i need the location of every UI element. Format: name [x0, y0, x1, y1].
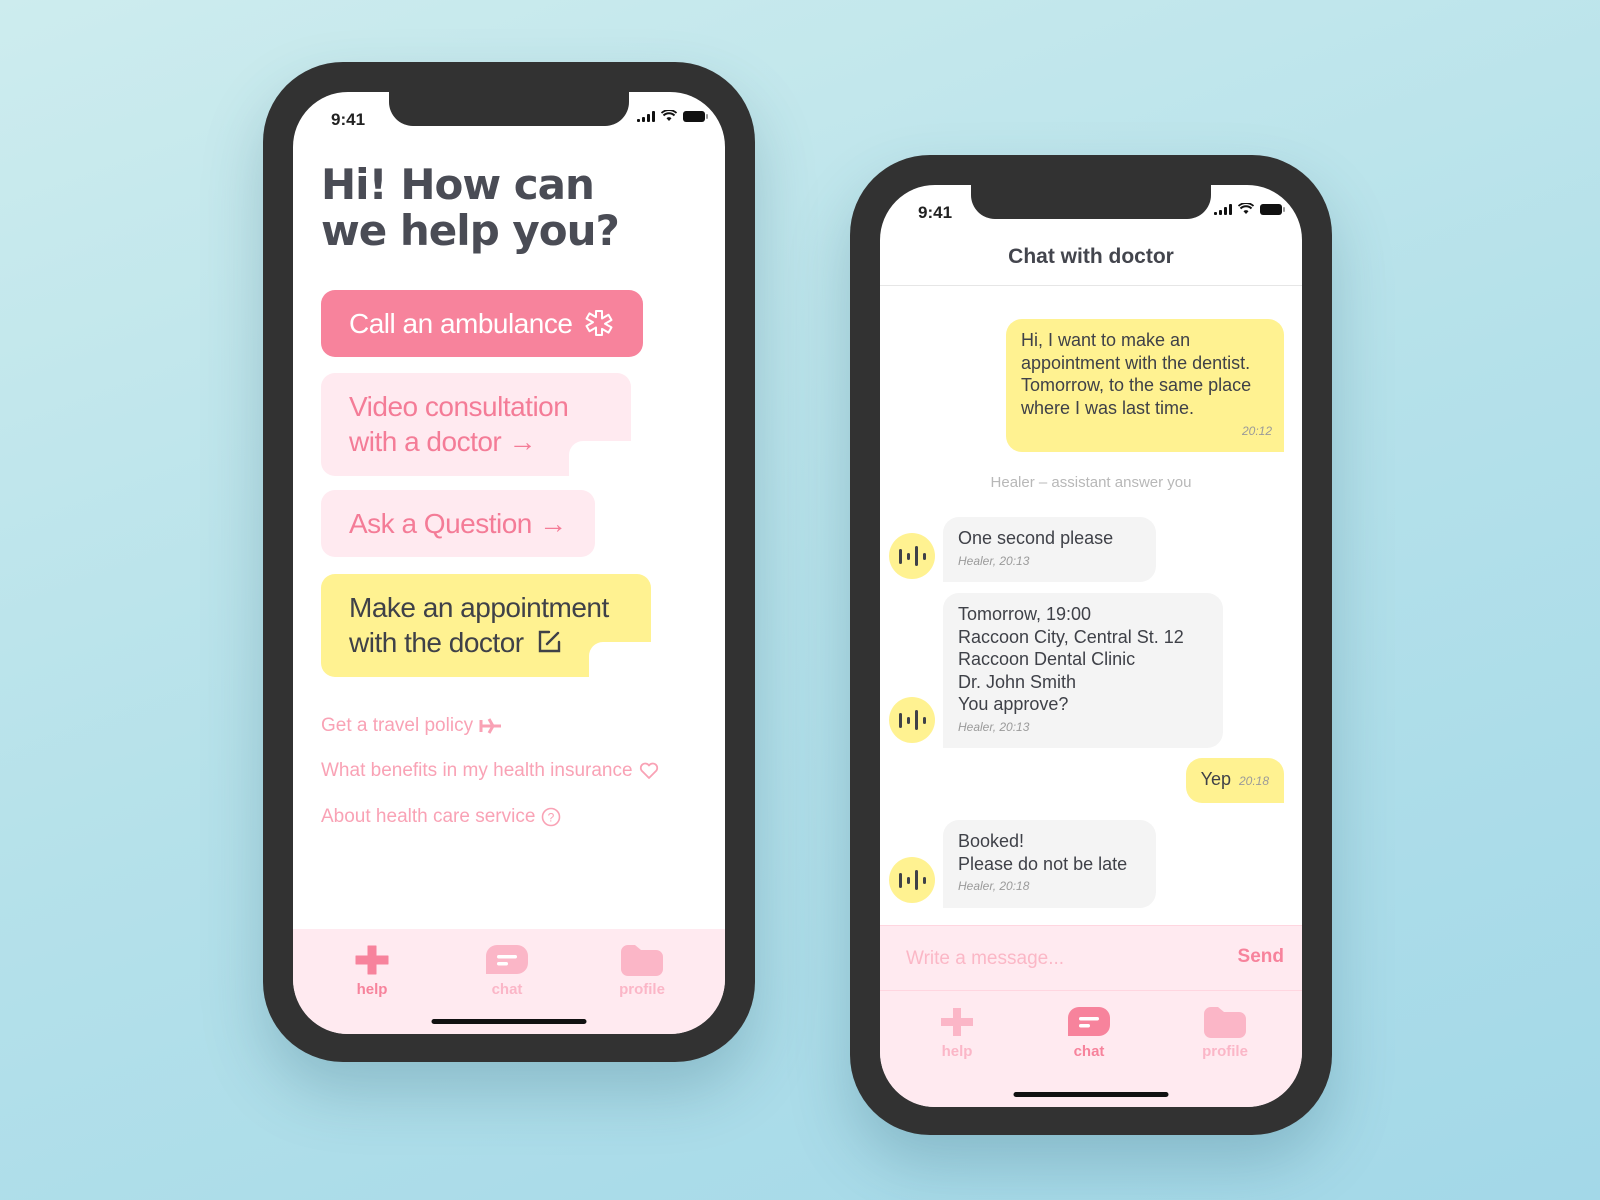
chat-icon [486, 945, 528, 974]
tab-chat[interactable]: chat [462, 943, 552, 998]
status-icons [637, 110, 708, 122]
battery-icon [683, 110, 708, 122]
arrow-right-icon: → [539, 508, 567, 539]
plus-icon [355, 945, 389, 975]
chat-icon [1068, 1007, 1110, 1036]
tab-label: profile [1202, 1043, 1248, 1060]
edit-icon [538, 630, 561, 653]
folder-icon [621, 945, 663, 976]
heading-line-1: Hi! How can [321, 160, 595, 209]
tab-chat[interactable]: chat [1044, 1005, 1134, 1060]
tab-bar: help chat profile [880, 991, 1302, 1107]
phone-help-screen: 9:41 Hi! How can we help you? Call an am… [263, 62, 755, 1062]
tab-help[interactable]: help [912, 1005, 1002, 1060]
video-consultation-button[interactable]: Video consultation with a doctor → [321, 373, 631, 476]
wifi-icon [661, 110, 677, 121]
tab-help[interactable]: help [327, 943, 417, 998]
asterisk-medical-icon [585, 310, 613, 336]
insurance-benefits-link[interactable]: What benefits in my health insurance [321, 760, 659, 782]
tab-label: chat [491, 981, 523, 998]
message-incoming: Tomorrow, 19:00 Raccoon City, Central St… [943, 593, 1223, 748]
signal-icon [1214, 203, 1232, 215]
airplane-icon [479, 718, 502, 734]
message-text: Hi, I want to make an appointment with t… [1021, 330, 1252, 418]
message-outgoing: Hi, I want to make an appointment with t… [1006, 319, 1284, 452]
message-line: Tomorrow, 19:00 [958, 604, 1092, 624]
message-text: Yep [1200, 769, 1231, 789]
message-line: Raccoon Dental Clinic [958, 649, 1136, 669]
bot-avatar [889, 697, 935, 743]
travel-policy-link[interactable]: Get a travel policy [321, 715, 503, 737]
status-icons [1214, 203, 1285, 215]
message-outgoing: Yep 20:18 [1185, 758, 1284, 803]
screen: 9:41 Hi! How can we help you? Call an am… [293, 92, 725, 1034]
header-divider [880, 285, 1302, 286]
tab-label: help [356, 981, 388, 998]
notch [971, 185, 1211, 219]
svg-text:?: ? [548, 811, 555, 825]
system-note: Healer – assistant answer you [990, 474, 1192, 491]
button-label-line-1: Make an appointment [349, 592, 609, 623]
message-meta: Healer, 20:18 [958, 879, 1030, 893]
status-time: 9:41 [331, 110, 366, 129]
folder-icon [1204, 1007, 1246, 1038]
message-meta: Healer, 20:13 [958, 719, 1030, 734]
button-label-line-2: with the doctor [349, 627, 524, 658]
button-label-line-1: Video consultation [349, 391, 569, 422]
bot-avatar [889, 857, 935, 903]
heart-icon [639, 762, 658, 779]
arrow-right-icon: → [508, 426, 537, 457]
tab-label: help [941, 1043, 973, 1060]
message-text: One second please [958, 528, 1114, 548]
call-ambulance-button[interactable]: Call an ambulance [321, 290, 643, 357]
phone-chat-screen: 9:41 Chat with doctor Hi, I want to make… [850, 155, 1332, 1135]
message-meta: Healer, 20:13 [958, 553, 1030, 568]
link-label: What benefits in my health insurance [321, 760, 633, 781]
message-line: Booked! [958, 831, 1025, 851]
message-line: Please do not be late [958, 853, 1128, 874]
status-time: 9:41 [918, 203, 953, 222]
message-composer: Send [880, 925, 1302, 991]
tab-profile[interactable]: profile [597, 943, 687, 998]
message-input[interactable] [906, 944, 1206, 974]
button-label-line-2: with a doctor [349, 426, 502, 457]
home-indicator [1013, 1092, 1169, 1097]
link-label: Get a travel policy [321, 715, 474, 736]
page-heading: Hi! How can we help you? [321, 160, 620, 255]
plus-icon [941, 1008, 973, 1036]
heading-line-2: we help you? [321, 206, 620, 255]
message-time: 20:12 [1241, 423, 1272, 438]
notch [389, 92, 629, 126]
tab-label: chat [1073, 1043, 1105, 1060]
chat-title: Chat with doctor [1008, 245, 1174, 268]
message-line: Raccoon City, Central St. 12 [958, 626, 1184, 647]
ask-question-button[interactable]: Ask a Question → [321, 490, 595, 557]
message-line: You approve? [958, 694, 1069, 714]
wifi-icon [1238, 203, 1254, 214]
signal-icon [637, 110, 655, 122]
bot-avatar [889, 533, 935, 579]
message-incoming: Booked! Please do not be late Healer, 20… [943, 820, 1156, 908]
button-label: Call an ambulance [349, 308, 573, 339]
question-circle-icon: ? [542, 807, 561, 827]
send-button[interactable]: Send [1238, 946, 1284, 968]
home-indicator [431, 1019, 587, 1024]
link-label: About health care service [321, 806, 536, 827]
about-service-link[interactable]: About health care service ? [321, 806, 561, 828]
message-time: 20:18 [1238, 774, 1269, 788]
tab-profile[interactable]: profile [1180, 1005, 1270, 1060]
button-label: Ask a Question [349, 508, 532, 539]
battery-icon [1260, 203, 1285, 215]
tab-bar: help chat profile [293, 929, 725, 1034]
make-appointment-button[interactable]: Make an appointment with the doctor [321, 574, 651, 677]
screen: 9:41 Chat with doctor Hi, I want to make… [880, 185, 1302, 1107]
message-incoming: One second please Healer, 20:13 [943, 517, 1156, 582]
message-line: Dr. John Smith [958, 671, 1077, 692]
tab-label: profile [619, 981, 665, 998]
